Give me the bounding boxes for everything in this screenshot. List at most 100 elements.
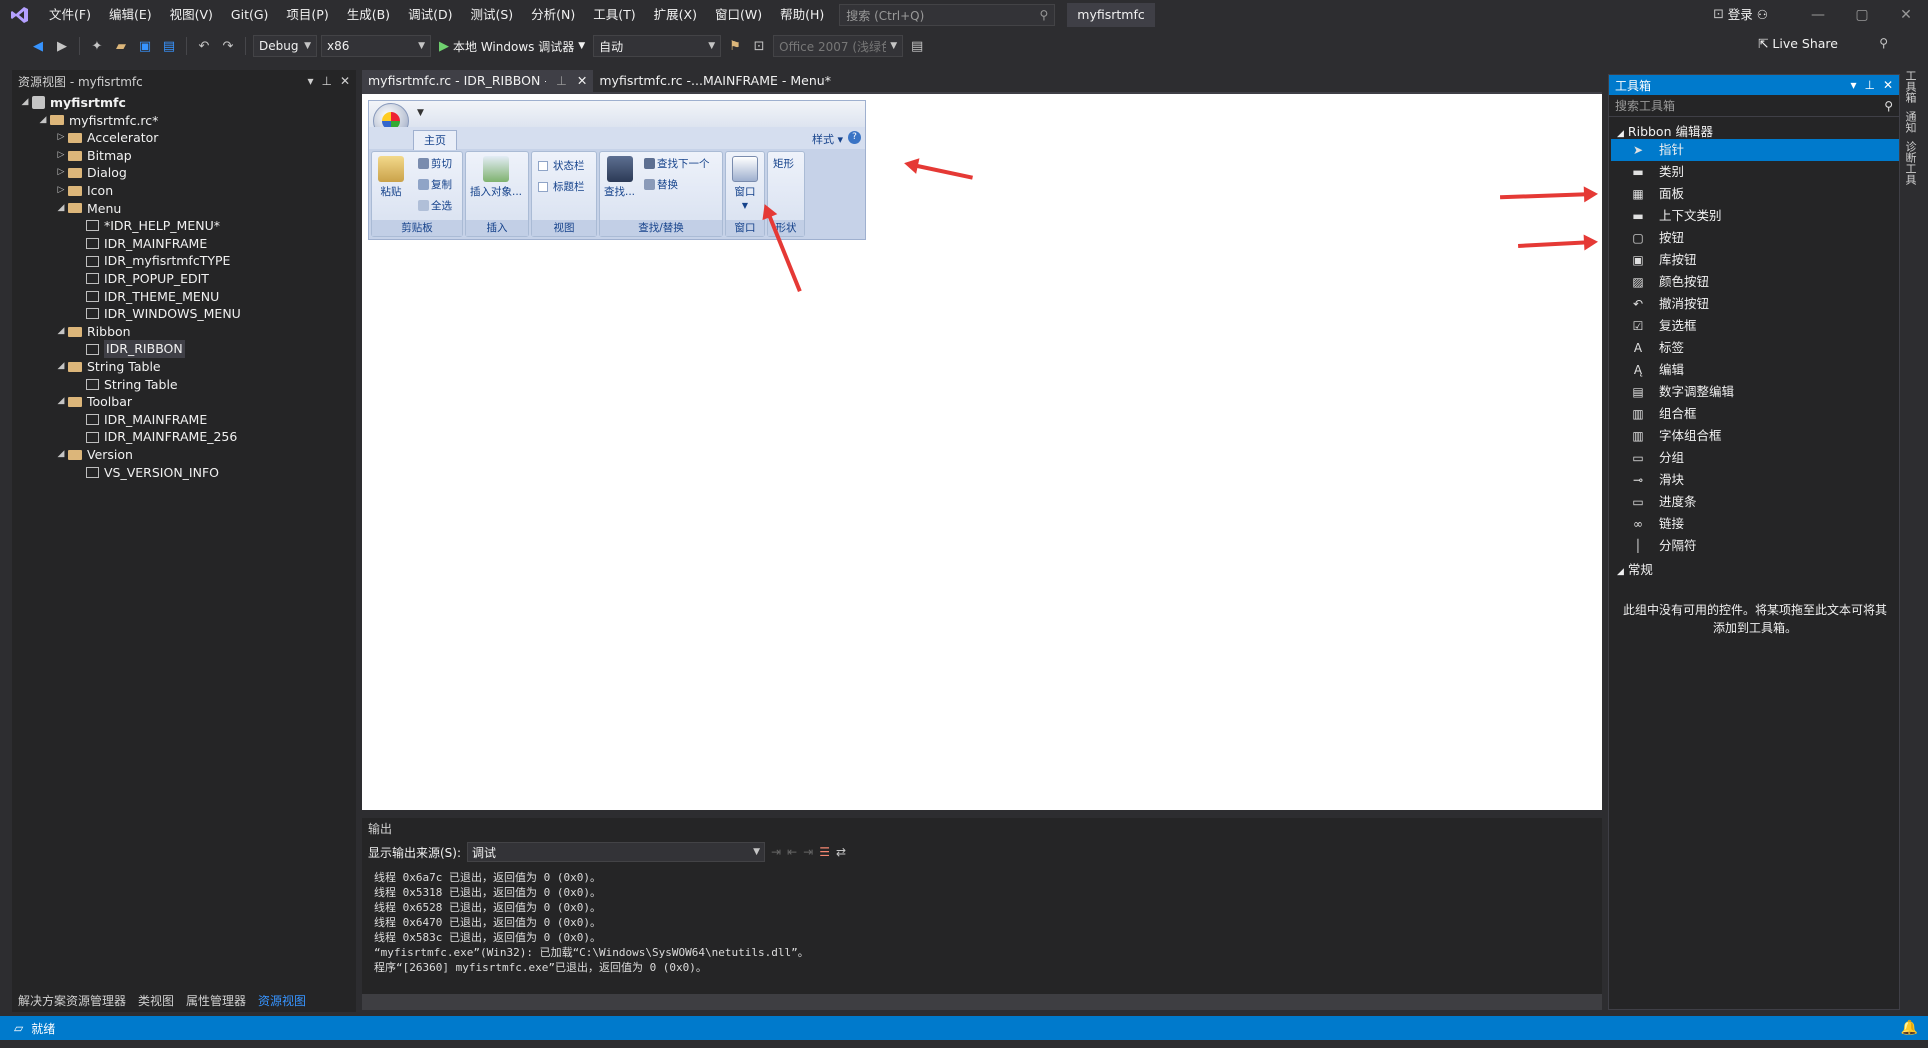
side-tab[interactable]: 诊断工具 bbox=[1902, 141, 1918, 185]
toolbox-item[interactable]: ➤ 指针 bbox=[1611, 139, 1899, 161]
toolbox-item[interactable]: ▥ 字体组合框 bbox=[1611, 425, 1899, 447]
open-file-icon[interactable]: ▰ bbox=[111, 36, 131, 56]
menu-item[interactable]: 视图(V) bbox=[161, 0, 222, 30]
left-panel-tab[interactable]: 资源视图 bbox=[252, 990, 312, 1012]
tree-item[interactable]: IDR_myfisrtmfcTYPE bbox=[72, 252, 230, 270]
prev-message-icon[interactable]: ⇤ bbox=[787, 845, 797, 859]
title-bar-checkbox[interactable]: 标题栏 bbox=[538, 179, 585, 194]
output-horizontal-scrollbar[interactable] bbox=[362, 994, 1602, 1010]
toolbox-item[interactable]: ▢ 按钮 bbox=[1611, 227, 1899, 249]
ribbon-editor-canvas[interactable]: ▼ 主页 样式 ▾ ? 粘贴 剪切 复制 全选 剪贴板 插入对象... 插入 状… bbox=[362, 92, 1602, 810]
toolbox-options-icon[interactable]: ▤ bbox=[907, 36, 927, 56]
window-button[interactable]: 窗口 ▼ bbox=[732, 156, 758, 210]
menu-item[interactable]: 帮助(H) bbox=[771, 0, 833, 30]
collapse-icon[interactable]: ◢ bbox=[54, 446, 68, 464]
ribbon-group-find[interactable]: 查找... 查找下一个 替换 查找/替换 bbox=[599, 151, 723, 237]
dropdown-icon[interactable]: ▾ bbox=[1850, 78, 1856, 92]
toolbox-item[interactable]: ▬ 上下文类别 bbox=[1611, 205, 1899, 227]
toolbox-item[interactable]: ▤ 数字调整编辑 bbox=[1611, 381, 1899, 403]
toolbox-item[interactable]: Ą 编辑 bbox=[1611, 359, 1899, 381]
collapse-icon[interactable]: ◢ bbox=[54, 393, 68, 411]
clear-all-icon[interactable]: ☰ bbox=[819, 845, 830, 859]
ribbon-style-menu[interactable]: 样式 ▾ bbox=[812, 131, 843, 147]
tree-item[interactable]: ▷ Accelerator bbox=[54, 129, 159, 147]
ribbon-preview[interactable]: ▼ 主页 样式 ▾ ? 粘贴 剪切 复制 全选 剪贴板 插入对象... 插入 状… bbox=[368, 100, 866, 240]
ribbon-group-clipboard[interactable]: 粘贴 剪切 复制 全选 剪贴板 bbox=[371, 151, 463, 237]
side-tab[interactable]: 工具箱 bbox=[1902, 70, 1918, 103]
tree-item[interactable]: ▷ Bitmap bbox=[54, 147, 132, 165]
toolbox-item[interactable]: ▨ 颜色按钮 bbox=[1611, 271, 1899, 293]
ribbon-group-view[interactable]: 状态栏 标题栏 视图 bbox=[531, 151, 597, 237]
test-ribbon-icon[interactable]: ⊡ bbox=[749, 36, 769, 56]
tree-item[interactable]: *IDR_HELP_MENU* bbox=[72, 217, 220, 235]
toolbox-item[interactable]: ▥ 组合框 bbox=[1611, 403, 1899, 425]
toolbox-item[interactable]: ▣ 库按钮 bbox=[1611, 249, 1899, 271]
find-button[interactable]: 查找... bbox=[604, 156, 635, 199]
left-panel-tab[interactable]: 属性管理器 bbox=[180, 990, 252, 1012]
tree-item[interactable]: IDR_WINDOWS_MENU bbox=[72, 305, 241, 323]
pin-icon[interactable]: ⊥ bbox=[1864, 78, 1874, 92]
tree-item[interactable]: ◢ myfisrtmfc.rc* bbox=[36, 112, 159, 130]
run-debugger-button[interactable]: ▶ 本地 Windows 调试器 ▼ bbox=[435, 38, 589, 55]
tree-item[interactable]: ◢ Menu bbox=[54, 200, 122, 218]
new-project-icon[interactable]: ✦ bbox=[87, 36, 107, 56]
toolbox-item[interactable]: ▭ 进度条 bbox=[1611, 491, 1899, 513]
login-button[interactable]: 登录 ⚇ bbox=[1728, 0, 1768, 30]
quick-access-dropdown-icon[interactable]: ▼ bbox=[417, 108, 424, 118]
tree-item[interactable]: IDR_RIBBON bbox=[72, 340, 185, 358]
tree-item[interactable]: ◢ Toolbar bbox=[54, 393, 132, 411]
toolbox-group-general[interactable]: ◢ 常规 bbox=[1617, 561, 1653, 579]
status-bar-checkbox[interactable]: 状态栏 bbox=[538, 158, 585, 173]
notification-icon[interactable]: 🔔 bbox=[1901, 1016, 1918, 1040]
toolbox-item[interactable]: ▭ 分组 bbox=[1611, 447, 1899, 469]
menu-item[interactable]: 调试(D) bbox=[399, 0, 461, 30]
tab-close-icon[interactable]: ✕ bbox=[577, 70, 587, 92]
menu-item[interactable]: 测试(S) bbox=[461, 0, 522, 30]
menu-item[interactable]: 分析(N) bbox=[522, 0, 584, 30]
tree-item[interactable]: ◢ Ribbon bbox=[54, 323, 131, 341]
left-panel-tab[interactable]: 解决方案资源管理器 bbox=[12, 990, 132, 1012]
menu-item[interactable]: 文件(F) bbox=[40, 0, 100, 30]
help-icon[interactable]: ? bbox=[848, 131, 861, 144]
expand-icon[interactable]: ▷ bbox=[54, 182, 68, 200]
menu-item[interactable]: 扩展(X) bbox=[645, 0, 706, 30]
toolbox-item[interactable]: ▬ 类别 bbox=[1611, 161, 1899, 183]
menu-item[interactable]: 项目(P) bbox=[277, 0, 337, 30]
side-tab[interactable]: 通知 bbox=[1902, 111, 1918, 133]
ribbon-tool-icon[interactable]: ⚑ bbox=[725, 36, 745, 56]
close-icon[interactable]: ✕ bbox=[1883, 78, 1893, 92]
back-icon[interactable]: ◀ bbox=[28, 36, 48, 56]
menu-item[interactable]: 编辑(E) bbox=[100, 0, 161, 30]
run-mode-select[interactable]: 自动 ▼ bbox=[593, 35, 722, 57]
tree-item[interactable]: IDR_THEME_MENU bbox=[72, 288, 219, 306]
word-wrap-icon[interactable]: ⇄ bbox=[836, 845, 846, 859]
ribbon-group-insert[interactable]: 插入对象... 插入 bbox=[465, 151, 529, 237]
goto-line-icon[interactable]: ⇥ bbox=[771, 845, 781, 859]
toolbox-item[interactable]: ↶ 撤消按钮 bbox=[1611, 293, 1899, 315]
minimize-button[interactable]: — bbox=[1796, 0, 1840, 30]
toolbox-item[interactable]: A 标签 bbox=[1611, 337, 1899, 359]
tree-item[interactable]: IDR_MAINFRAME_256 bbox=[72, 428, 237, 446]
expand-icon[interactable]: ▷ bbox=[54, 129, 68, 147]
find-next-button[interactable]: 查找下一个 bbox=[644, 156, 710, 171]
paste-button[interactable]: 粘贴 bbox=[378, 156, 404, 199]
tree-item[interactable]: VS_VERSION_INFO bbox=[72, 464, 219, 482]
dropdown-icon[interactable]: ▾ bbox=[307, 74, 313, 88]
collapse-icon[interactable]: ◢ bbox=[54, 200, 68, 218]
collapse-icon[interactable]: ◢ bbox=[36, 112, 50, 130]
select-all-button[interactable]: 全选 bbox=[418, 198, 452, 213]
config-select[interactable]: Debug ▼ bbox=[253, 35, 317, 57]
cut-button[interactable]: 剪切 bbox=[418, 156, 452, 171]
redo-icon[interactable]: ↷ bbox=[218, 36, 238, 56]
expand-icon[interactable]: ▷ bbox=[54, 147, 68, 165]
visual-studio-logo-icon[interactable] bbox=[0, 0, 40, 30]
replace-button[interactable]: 替换 bbox=[644, 177, 678, 192]
save-all-icon[interactable]: ▤ bbox=[159, 36, 179, 56]
next-message-icon[interactable]: ⇥ bbox=[803, 845, 813, 859]
close-window-button[interactable]: ✕ bbox=[1884, 0, 1928, 30]
close-icon[interactable]: ✕ bbox=[340, 74, 350, 88]
tree-item[interactable]: String Table bbox=[72, 376, 178, 394]
menu-item[interactable]: Git(G) bbox=[222, 0, 278, 30]
copy-button[interactable]: 复制 bbox=[418, 177, 452, 192]
left-panel-tab[interactable]: 类视图 bbox=[132, 990, 180, 1012]
